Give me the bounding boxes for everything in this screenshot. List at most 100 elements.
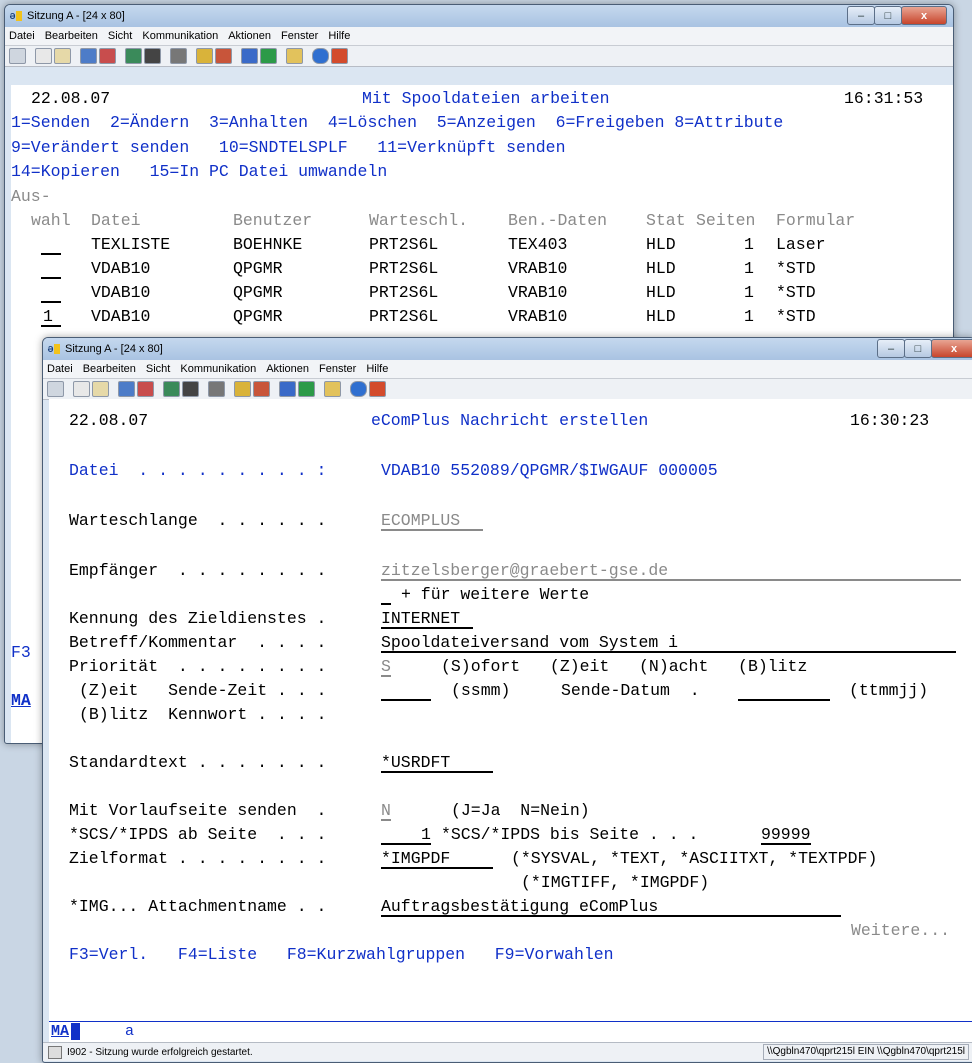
status-message: I902 - Sitzung wurde erfolgreich gestart… bbox=[67, 1046, 253, 1058]
cell-warteschl: PRT2S6L bbox=[369, 235, 439, 254]
keyboard-icon[interactable] bbox=[208, 381, 225, 397]
col-header-formular: Formular bbox=[776, 211, 856, 230]
help-icon[interactable] bbox=[331, 48, 348, 64]
help-icon[interactable] bbox=[369, 381, 386, 397]
keyboard-icon[interactable] bbox=[170, 48, 187, 64]
cell-bendaten: VRAB10 bbox=[508, 283, 568, 302]
menu-sicht[interactable]: Sicht bbox=[108, 30, 132, 42]
col-header-warteschl: Warteschl. bbox=[369, 211, 469, 230]
menu-kommunikation[interactable]: Kommunikation bbox=[142, 30, 218, 42]
table-row: 1 VDAB10 QPGMR PRT2S6L VRAB10 HLD 1 *STD bbox=[11, 305, 953, 329]
menu-aktionen[interactable]: Aktionen bbox=[228, 30, 271, 42]
maximize-button[interactable]: □ bbox=[904, 339, 932, 358]
close-button[interactable]: x bbox=[901, 6, 947, 25]
empfaenger-field-line bbox=[381, 579, 961, 581]
receive-icon[interactable] bbox=[99, 48, 116, 64]
print-icon[interactable] bbox=[9, 48, 26, 64]
menu-hilfe[interactable]: Hilfe bbox=[328, 30, 350, 42]
paste-icon[interactable] bbox=[54, 48, 71, 64]
globe-icon[interactable] bbox=[312, 48, 329, 64]
more-values-field-line[interactable] bbox=[381, 603, 391, 605]
prioritaet-options: (S)ofort (Z)eit (N)acht (B)litz bbox=[441, 657, 808, 676]
display-icon[interactable] bbox=[125, 48, 142, 64]
menu-hilfe[interactable]: Hilfe bbox=[366, 363, 388, 375]
standardtext-label: Standardtext . . . . . . . bbox=[69, 753, 327, 772]
macro-icon[interactable] bbox=[279, 381, 296, 397]
attachment-label: *IMG... Attachmentname . . bbox=[69, 897, 327, 916]
macro-edit-icon[interactable] bbox=[298, 381, 315, 397]
scs-bis-field-line bbox=[761, 843, 811, 845]
warteschlange-label: Warteschlange . . . . . . bbox=[69, 511, 327, 530]
menu-bearbeiten[interactable]: Bearbeiten bbox=[83, 363, 136, 375]
ma-indicator: MA bbox=[51, 1023, 70, 1040]
col-header-datei: Datei bbox=[91, 211, 141, 230]
front-title-bar[interactable]: Ə Sitzung A - [24 x 80] – □ x bbox=[43, 338, 972, 360]
front-session-window[interactable]: Ə Sitzung A - [24 x 80] – □ x Datei Bear… bbox=[42, 337, 972, 1063]
table-row: VDAB10 QPGMR PRT2S6L VRAB10 HLD 1 *STD bbox=[11, 281, 953, 305]
session-status-icon bbox=[48, 1045, 62, 1059]
more-values-hint: + für weitere Werte bbox=[401, 585, 590, 604]
col-header-benutzer: Benutzer bbox=[233, 211, 313, 230]
menu-aktionen[interactable]: Aktionen bbox=[266, 363, 309, 375]
warteschlange-field-line bbox=[381, 529, 483, 531]
option-field-line bbox=[41, 277, 61, 279]
clipboard-icon[interactable] bbox=[324, 381, 341, 397]
menu-fenster[interactable]: Fenster bbox=[281, 30, 318, 42]
globe-icon[interactable] bbox=[350, 381, 367, 397]
back-f3-key: F3 bbox=[11, 643, 31, 662]
back-title-bar[interactable]: Ə Sitzung A - [24 x 80] – □ x bbox=[5, 5, 953, 27]
cell-benutzer: QPGMR bbox=[233, 283, 283, 302]
ttmmjj-hint: (ttmmjj) bbox=[849, 681, 929, 700]
cell-bendaten: VRAB10 bbox=[508, 259, 568, 278]
table-row: VDAB10 QPGMR PRT2S6L VRAB10 HLD 1 *STD bbox=[11, 257, 953, 281]
menu-datei[interactable]: Datei bbox=[9, 30, 35, 42]
col-header-aus: Aus- bbox=[11, 187, 51, 206]
zielformat-label: Zielformat . . . . . . . . bbox=[69, 849, 327, 868]
close-button[interactable]: x bbox=[931, 339, 972, 358]
menu-fenster[interactable]: Fenster bbox=[319, 363, 356, 375]
front-toolbar bbox=[43, 379, 972, 400]
macro-edit-icon[interactable] bbox=[260, 48, 277, 64]
cell-stat: HLD bbox=[646, 259, 676, 278]
send-icon[interactable] bbox=[118, 381, 135, 397]
copy-icon[interactable] bbox=[73, 381, 90, 397]
cell-stat: HLD bbox=[646, 307, 676, 326]
app-icon: Ə bbox=[9, 10, 23, 22]
minimize-button[interactable]: – bbox=[877, 339, 905, 358]
menu-datei[interactable]: Datei bbox=[47, 363, 73, 375]
print-icon[interactable] bbox=[47, 381, 64, 397]
empfaenger-label: Empfänger . . . . . . . . bbox=[69, 561, 327, 580]
settings-icon[interactable] bbox=[182, 381, 199, 397]
option-field-line bbox=[41, 301, 61, 303]
paste-icon[interactable] bbox=[92, 381, 109, 397]
table-row: TEXLISTE BOEHNKE PRT2S6L TEX403 HLD 1 La… bbox=[11, 233, 953, 257]
scs-ab-input[interactable]: 1 bbox=[421, 823, 431, 847]
front-terminal-screen[interactable]: 22.08.07 eComPlus Nachricht erstellen 16… bbox=[49, 399, 972, 1021]
minimize-button[interactable]: – bbox=[847, 6, 875, 25]
menu-sicht[interactable]: Sicht bbox=[146, 363, 170, 375]
record-icon[interactable] bbox=[196, 48, 213, 64]
cell-stat: HLD bbox=[646, 235, 676, 254]
cell-bendaten: VRAB10 bbox=[508, 307, 568, 326]
sende-zeit-input[interactable] bbox=[381, 699, 431, 701]
back-window-title: Sitzung A - [24 x 80] bbox=[27, 10, 125, 22]
datei-label: Datei . . . . . . . . . : bbox=[69, 461, 327, 480]
play-icon[interactable] bbox=[215, 48, 232, 64]
time: 16:31:53 bbox=[844, 89, 924, 108]
menu-bearbeiten[interactable]: Bearbeiten bbox=[45, 30, 98, 42]
macro-icon[interactable] bbox=[241, 48, 258, 64]
record-icon[interactable] bbox=[234, 381, 251, 397]
betreff-field-line bbox=[381, 651, 956, 653]
receive-icon[interactable] bbox=[137, 381, 154, 397]
maximize-button[interactable]: □ bbox=[874, 6, 902, 25]
cell-formular: Laser bbox=[776, 235, 826, 254]
cell-datei: VDAB10 bbox=[91, 259, 151, 278]
send-icon[interactable] bbox=[80, 48, 97, 64]
display-icon[interactable] bbox=[163, 381, 180, 397]
sende-datum-input[interactable] bbox=[738, 699, 830, 701]
settings-icon[interactable] bbox=[144, 48, 161, 64]
play-icon[interactable] bbox=[253, 381, 270, 397]
clipboard-icon[interactable] bbox=[286, 48, 303, 64]
menu-kommunikation[interactable]: Kommunikation bbox=[180, 363, 256, 375]
copy-icon[interactable] bbox=[35, 48, 52, 64]
